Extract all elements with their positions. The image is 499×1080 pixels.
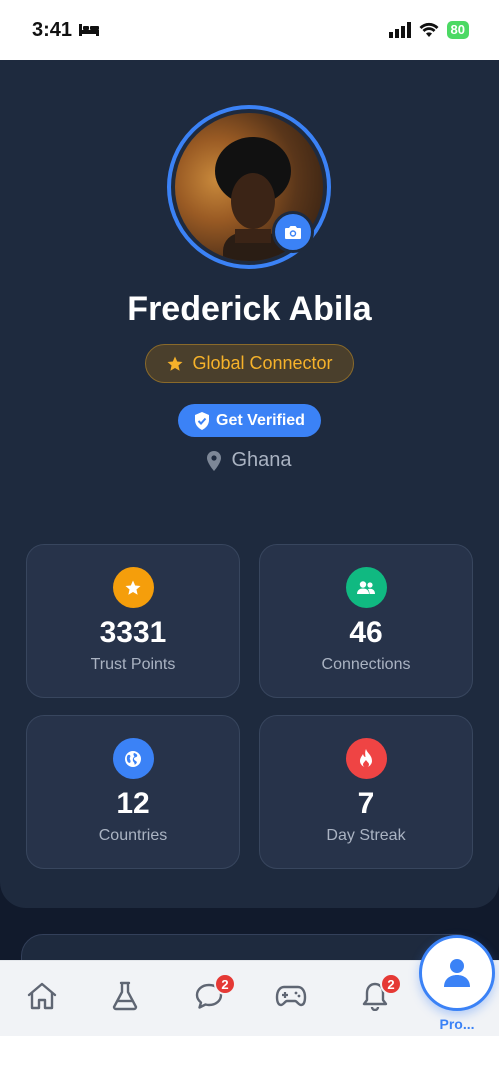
- stat-value: 46: [349, 616, 383, 649]
- nav-messages[interactable]: 2: [192, 973, 236, 1013]
- battery-level: 80: [450, 22, 465, 37]
- user-icon: [444, 959, 470, 987]
- rank-badge: Global Connector: [145, 344, 354, 383]
- stat-value: 7: [357, 787, 375, 820]
- globe-icon: [112, 738, 154, 779]
- notifications-badge: 2: [380, 973, 402, 995]
- stat-card-countries[interactable]: 12 Countries: [26, 715, 240, 869]
- flask-icon: [112, 981, 138, 1011]
- stat-label: Countries: [98, 827, 168, 844]
- location: Ghana: [0, 449, 499, 472]
- stat-label: Day Streak: [326, 827, 406, 844]
- fire-icon: [345, 738, 387, 779]
- stat-label: Connections: [321, 656, 411, 673]
- battery-indicator: 80: [446, 21, 469, 39]
- home-icon: [27, 982, 57, 1010]
- camera-icon: [285, 225, 301, 239]
- status-left: 3:41: [32, 19, 100, 42]
- nav-profile[interactable]: [419, 935, 495, 1011]
- change-photo-button[interactable]: [272, 211, 314, 253]
- status-right: 80: [388, 21, 469, 39]
- star-icon: [167, 356, 183, 371]
- stat-label: Trust Points: [90, 656, 176, 673]
- stat-value: 3331: [99, 616, 167, 649]
- stat-card-connections[interactable]: 46 Connections: [259, 544, 473, 698]
- star-icon: [112, 567, 154, 608]
- nav-profile-label: Pro...: [439, 1016, 475, 1032]
- get-verified-label: Get Verified: [216, 411, 305, 429]
- stat-card-day-streak[interactable]: 7 Day Streak: [259, 715, 473, 869]
- shield-check-icon: [195, 411, 210, 430]
- gamepad-icon: [275, 985, 307, 1007]
- nav-home[interactable]: [25, 979, 59, 1013]
- stat-card-trust-points[interactable]: 3331 Trust Points: [26, 544, 240, 698]
- nav-lab[interactable]: [108, 979, 142, 1013]
- status-bar: 3:41 80: [0, 0, 499, 60]
- messages-badge: 2: [214, 973, 236, 995]
- location-pin-icon: [207, 450, 222, 471]
- nav-notifications[interactable]: 2: [358, 973, 402, 1013]
- nav-games[interactable]: [274, 979, 308, 1013]
- profile-name: Frederick Abila: [127, 290, 372, 328]
- status-time: 3:41: [32, 18, 73, 41]
- rank-badge-label: Global Connector: [192, 353, 333, 373]
- signal-icon: [388, 22, 411, 38]
- stat-value: 12: [116, 787, 150, 820]
- bed-icon: [79, 24, 100, 36]
- people-icon: [345, 567, 387, 608]
- location-label: Ghana: [231, 449, 292, 471]
- get-verified-button[interactable]: Get Verified: [178, 404, 321, 437]
- wifi-icon: [419, 22, 439, 37]
